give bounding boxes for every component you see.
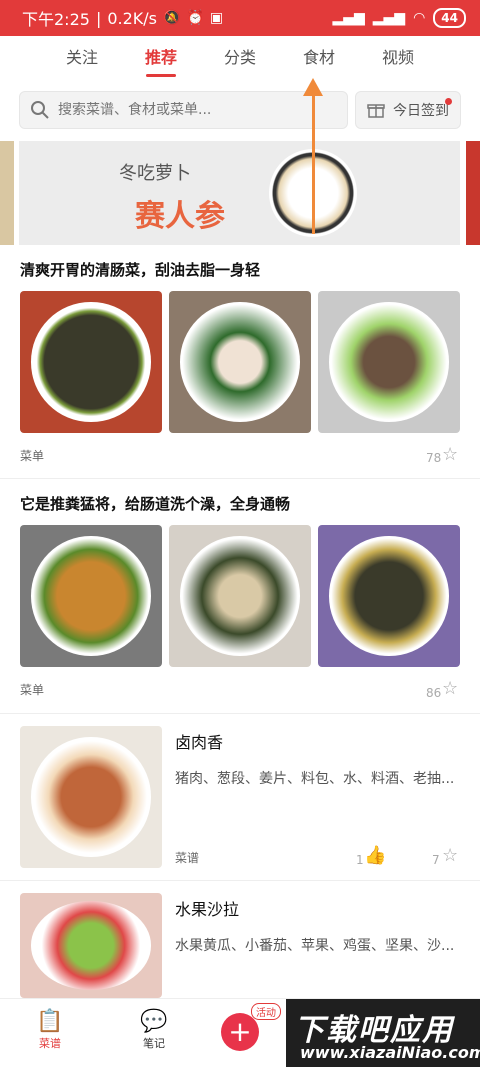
divider <box>0 713 480 714</box>
banner-prev-peek[interactable] <box>0 141 14 245</box>
menu-fav-count: 78 <box>426 451 442 465</box>
wifi-icon: ◠ <box>413 10 426 26</box>
star-icon[interactable]: ☆ <box>442 678 458 699</box>
divider <box>0 880 480 881</box>
nav-notes[interactable]: 💬 笔记 <box>124 1009 184 1051</box>
battery-icon: 44 <box>433 8 466 28</box>
nav-recipes[interactable]: 📋 菜谱 <box>20 1009 80 1051</box>
recipe-title[interactable]: 水果沙拉 <box>175 896 239 920</box>
signal-icon: ▂▄▆ <box>332 10 365 26</box>
menu-type-label: 菜单 <box>20 449 45 463</box>
activity-badge: 活动 <box>251 1003 281 1020</box>
mute-icon: 🔕 <box>163 10 181 26</box>
star-icon[interactable]: ☆ <box>442 845 458 866</box>
divider <box>0 478 480 479</box>
menu-fav-count: 86 <box>426 686 442 700</box>
daily-signin-button[interactable]: 今日签到 <box>355 91 461 129</box>
status-time: 下午2:25 <box>22 10 90 29</box>
status-bar: 下午2:25 | 0.2K/s 🔕 ⏰ ▣ ▂▄▆ ▂▄▆ ◠ 44 <box>0 0 480 36</box>
menu-title[interactable]: 清爽开胃的清肠菜，刮油去脂一身轻 <box>20 259 260 280</box>
thumbs-up-icon[interactable]: 👍 <box>364 845 386 866</box>
banner-next-peek[interactable] <box>466 141 480 245</box>
tab-video[interactable]: 视频 <box>382 44 414 68</box>
clipboard-icon: 📋 <box>36 1009 64 1034</box>
menu-image[interactable] <box>169 291 311 433</box>
banner-line2: 赛人参 <box>135 199 225 234</box>
tab-ingredients[interactable]: 食材 <box>303 44 335 68</box>
promo-banner[interactable]: 冬吃萝卜 赛人参 <box>19 141 460 245</box>
add-button[interactable]: + <box>221 1013 259 1051</box>
search-input[interactable] <box>58 102 318 118</box>
annotation-arrow-head <box>303 78 323 96</box>
tab-follow[interactable]: 关注 <box>66 44 98 68</box>
menu-type-label: 菜单 <box>20 683 45 697</box>
search-icon <box>31 101 49 119</box>
recipe-ingredients: 猪肉、葱段、姜片、料包、水、料酒、老抽... <box>175 771 455 787</box>
recipe-title[interactable]: 卤肉香 <box>175 729 223 753</box>
gift-icon <box>367 104 385 118</box>
star-icon[interactable]: ☆ <box>442 444 458 465</box>
chat-bubble-icon: 💬 <box>140 1009 168 1034</box>
recipe-type-label: 菜谱 <box>175 851 200 865</box>
signal-icon-2: ▂▄▆ <box>372 10 406 26</box>
recipe-image[interactable] <box>20 893 162 998</box>
tab-recommend[interactable]: 推荐 <box>145 44 177 68</box>
watermark-logo: 下载吧应用 www.xiazaiNiao.com <box>286 999 480 1067</box>
menu-image[interactable] <box>318 525 460 667</box>
annotation-arrow-shaft <box>312 84 315 234</box>
menu-image[interactable] <box>20 525 162 667</box>
signin-badge-dot <box>445 98 452 105</box>
like-count: 1 <box>356 853 364 867</box>
menu-image[interactable] <box>169 525 311 667</box>
status-speed: 0.2K/s <box>107 8 157 28</box>
top-tabs: 关注 推荐 分类 食材 视频 <box>0 44 480 77</box>
app-notification-icon: ▣ <box>209 10 224 26</box>
recipe-ingredients: 水果黄瓜、小番茄、苹果、鸡蛋、坚果、沙... <box>175 938 455 954</box>
menu-title[interactable]: 它是推粪猛将，给肠道洗个澡，全身通畅 <box>20 493 290 514</box>
menu-image[interactable] <box>318 291 460 433</box>
tab-indicator <box>146 74 176 77</box>
search-box[interactable] <box>19 91 348 129</box>
banner-line1: 冬吃萝卜 <box>119 163 191 184</box>
recipe-image[interactable] <box>20 726 162 868</box>
tab-category[interactable]: 分类 <box>224 44 256 68</box>
menu-image[interactable] <box>20 291 162 433</box>
signin-label: 今日签到 <box>393 103 449 119</box>
alarm-icon: ⏰ <box>186 10 204 26</box>
fav-count: 7 <box>432 853 440 867</box>
